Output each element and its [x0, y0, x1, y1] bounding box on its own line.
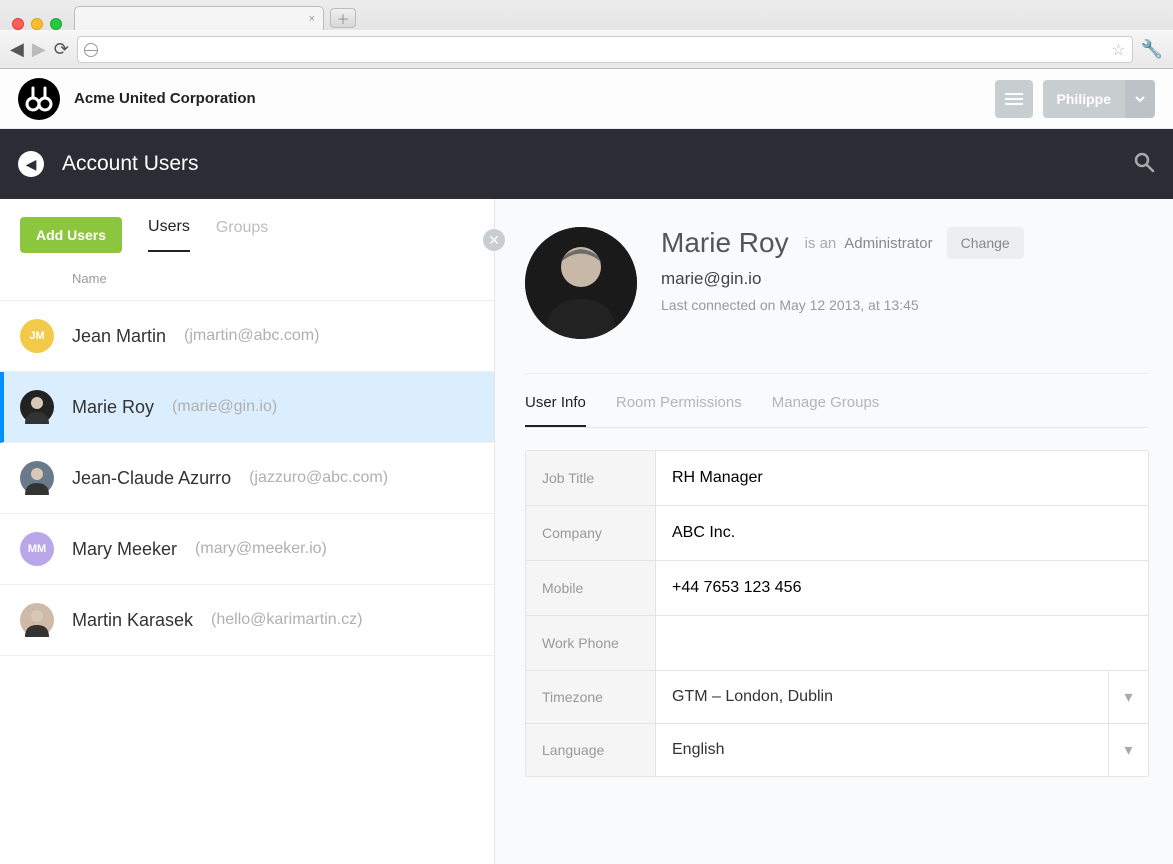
detail-tabs: User Info Room Permissions Manage Groups [525, 373, 1149, 428]
user-row[interactable]: Martin Karasek (hello@karimartin.cz) [0, 585, 494, 656]
browser-chrome: × ＋ ◀ ▶ ⟳ ☆ 🔧 [0, 0, 1173, 69]
user-row[interactable]: JM Jean Martin (jmartin@abc.com) [0, 301, 494, 372]
brand-logo[interactable] [18, 78, 60, 120]
select-language-value[interactable]: English [656, 724, 1108, 776]
user-name: Marie Roy [72, 397, 154, 418]
field-mobile: Mobile [526, 561, 1148, 616]
last-connected: Last connected on May 12 2013, at 13:45 [661, 297, 1024, 313]
user-list: JM Jean Martin (jmartin@abc.com) Marie Roy… [0, 301, 494, 656]
profile-email: marie@gin.io [661, 269, 1024, 289]
user-email: (jmartin@abc.com) [184, 327, 319, 345]
user-detail-panel: Marie Roy is an Administrator Change mar… [495, 199, 1173, 864]
label-work-phone: Work Phone [526, 616, 656, 670]
app-header: Acme United Corporation Philippe [0, 69, 1173, 129]
user-name: Jean Martin [72, 326, 166, 347]
user-menu-label: Philippe [1057, 91, 1111, 107]
user-name: Martin Karasek [72, 610, 193, 631]
tab-users[interactable]: Users [148, 218, 190, 252]
label-mobile: Mobile [526, 561, 656, 615]
user-email: (mary@meeker.io) [195, 540, 327, 558]
user-row[interactable]: Jean-Claude Azurro (jazzuro@abc.com) [0, 443, 494, 514]
globe-icon [84, 43, 98, 57]
browser-settings-icon[interactable]: 🔧 [1141, 39, 1163, 60]
user-email: (hello@karimartin.cz) [211, 611, 362, 629]
input-job-title[interactable] [672, 451, 1132, 505]
user-row[interactable]: Marie Roy (marie@gin.io) [0, 372, 494, 443]
avatar [20, 390, 54, 424]
tab-room-permissions[interactable]: Room Permissions [616, 394, 742, 427]
role-value: Administrator [844, 235, 932, 252]
user-info-form: Job Title Company Mobile Work Phone Time… [525, 450, 1149, 777]
main-content: ✕ Add Users Users Groups Name JM Jean Mar… [0, 199, 1173, 864]
label-timezone: Timezone [526, 671, 656, 723]
avatar: MM [20, 532, 54, 566]
label-company: Company [526, 506, 656, 560]
maximize-window-icon[interactable] [50, 18, 62, 30]
tab-manage-groups[interactable]: Manage Groups [772, 394, 880, 427]
profile-avatar[interactable] [525, 227, 637, 339]
label-language: Language [526, 724, 656, 776]
close-panel-button[interactable]: ✕ [483, 229, 505, 251]
bookmark-icon[interactable]: ☆ [1111, 40, 1125, 60]
field-job-title: Job Title [526, 451, 1148, 506]
back-icon[interactable]: ◀ [10, 39, 24, 60]
avatar [20, 603, 54, 637]
avatar: JM [20, 319, 54, 353]
back-button[interactable]: ◀ [18, 151, 44, 177]
new-tab-button[interactable]: ＋ [330, 8, 356, 28]
page-title: Account Users [62, 152, 199, 176]
timezone-dropdown-icon[interactable]: ▾ [1108, 671, 1148, 723]
search-icon[interactable] [1133, 151, 1155, 178]
avatar [20, 461, 54, 495]
chevron-down-icon [1125, 80, 1155, 118]
menu-button[interactable] [995, 80, 1033, 118]
field-work-phone: Work Phone [526, 616, 1148, 671]
address-bar[interactable]: ☆ [77, 36, 1133, 63]
tab-close-icon[interactable]: × [309, 13, 315, 25]
browser-tab[interactable]: × [74, 6, 324, 30]
user-name: Mary Meeker [72, 539, 177, 560]
profile-name: Marie Roy [661, 227, 789, 259]
input-mobile[interactable] [672, 561, 1132, 615]
brand-name: Acme United Corporation [74, 90, 256, 107]
close-window-icon[interactable] [12, 18, 24, 30]
change-role-button[interactable]: Change [947, 227, 1024, 259]
page-subheader: ◀ Account Users [0, 129, 1173, 199]
field-company: Company [526, 506, 1148, 561]
user-email: (jazzuro@abc.com) [249, 469, 388, 487]
window-controls [8, 10, 68, 30]
add-users-button[interactable]: Add Users [20, 217, 122, 253]
tab-groups[interactable]: Groups [216, 219, 268, 251]
reload-icon[interactable]: ⟳ [54, 39, 69, 60]
input-company[interactable] [672, 506, 1132, 560]
field-timezone: Timezone GTM – London, Dublin ▾ [526, 671, 1148, 724]
back-arrow-icon: ◀ [26, 156, 37, 173]
forward-icon: ▶ [32, 39, 46, 60]
user-menu[interactable]: Philippe [1043, 80, 1155, 118]
last-connected-value: May 12 2013, at 13:45 [779, 297, 918, 313]
hamburger-icon [1005, 98, 1023, 100]
tab-user-info[interactable]: User Info [525, 394, 586, 427]
field-language: Language English ▾ [526, 724, 1148, 776]
role-prefix: is an [805, 235, 837, 252]
select-timezone-value[interactable]: GTM – London, Dublin [656, 671, 1108, 723]
profile-header: Marie Roy is an Administrator Change mar… [525, 227, 1149, 339]
user-row[interactable]: MM Mary Meeker (mary@meeker.io) [0, 514, 494, 585]
language-dropdown-icon[interactable]: ▾ [1108, 724, 1148, 776]
users-panel: ✕ Add Users Users Groups Name JMJean Mar… [0, 199, 495, 864]
input-work-phone[interactable] [672, 616, 1132, 670]
label-job-title: Job Title [526, 451, 656, 505]
minimize-window-icon[interactable] [31, 18, 43, 30]
column-header-name: Name [0, 253, 494, 301]
user-name: Jean-Claude Azurro [72, 468, 231, 489]
user-email: (marie@gin.io) [172, 398, 277, 416]
